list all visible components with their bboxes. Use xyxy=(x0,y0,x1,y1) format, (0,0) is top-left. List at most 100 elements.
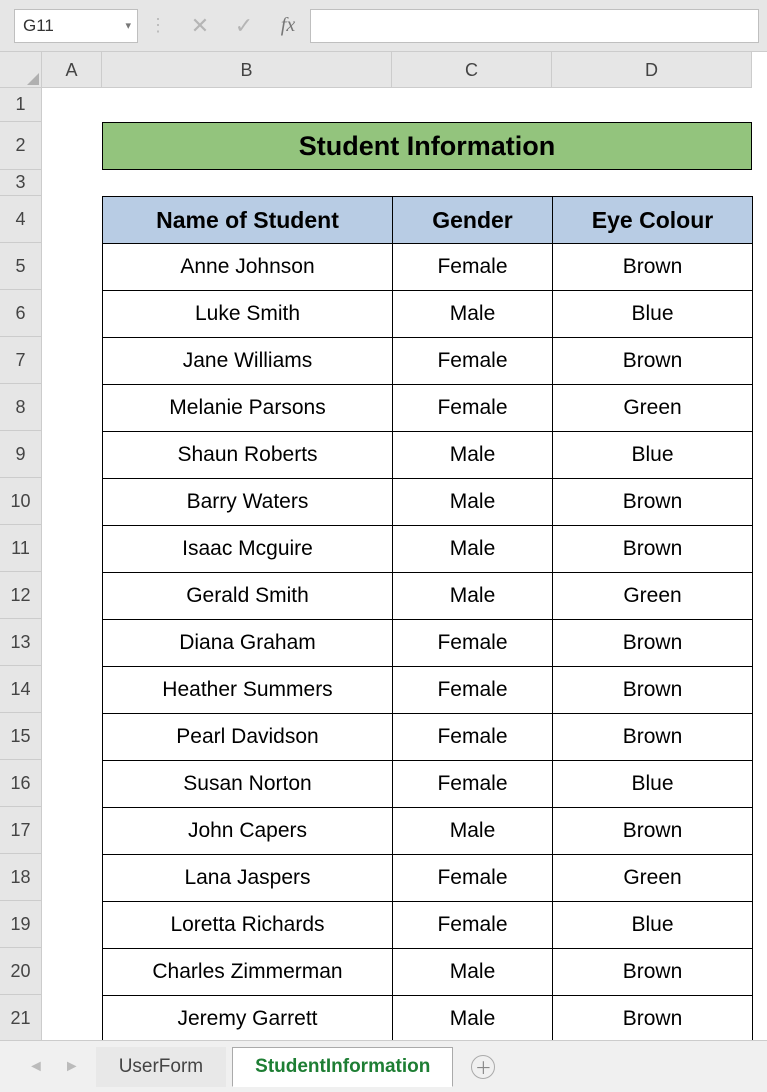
column-header-a[interactable]: A xyxy=(42,52,102,88)
row-header-6[interactable]: 6 xyxy=(0,290,42,337)
header-gender[interactable]: Gender xyxy=(393,197,553,244)
cell-gender[interactable]: Male xyxy=(393,432,553,479)
row-header-11[interactable]: 11 xyxy=(0,525,42,572)
row-header-1[interactable]: 1 xyxy=(0,88,42,122)
cell-name[interactable]: Heather Summers xyxy=(103,667,393,714)
sheet-tabs-bar: ◄ ► UserForm StudentInformation ＋ xyxy=(0,1040,767,1092)
cell-eye[interactable]: Brown xyxy=(553,479,753,526)
cell-eye[interactable]: Brown xyxy=(553,667,753,714)
cell-name[interactable]: Charles Zimmerman xyxy=(103,949,393,996)
name-box-dropdown-icon[interactable]: ▾ xyxy=(125,19,131,32)
cell-name[interactable]: Luke Smith xyxy=(103,291,393,338)
cell-name[interactable]: Diana Graham xyxy=(103,620,393,667)
row-header-18[interactable]: 18 xyxy=(0,854,42,901)
tab-studentinformation[interactable]: StudentInformation xyxy=(232,1047,453,1087)
table-row: Heather SummersFemaleBrown xyxy=(103,667,753,714)
row-header-20[interactable]: 20 xyxy=(0,948,42,995)
formula-input[interactable] xyxy=(310,9,759,43)
cell-gender[interactable]: Female xyxy=(393,620,553,667)
row-header-21[interactable]: 21 xyxy=(0,995,42,1042)
cell-gender[interactable]: Female xyxy=(393,385,553,432)
cell-gender[interactable]: Male xyxy=(393,526,553,573)
tab-nav-prev-icon[interactable]: ◄ xyxy=(18,1058,54,1076)
cell-name[interactable]: John Capers xyxy=(103,808,393,855)
row-header-13[interactable]: 13 xyxy=(0,619,42,666)
cell-eye[interactable]: Blue xyxy=(553,432,753,479)
cell-gender[interactable]: Female xyxy=(393,761,553,808)
table-row: Susan NortonFemaleBlue xyxy=(103,761,753,808)
header-name[interactable]: Name of Student xyxy=(103,197,393,244)
cell-name[interactable]: Isaac Mcguire xyxy=(103,526,393,573)
formula-bar: G11 ▾ ⋮ ✕ ✓ fx xyxy=(0,0,767,52)
row-header-19[interactable]: 19 xyxy=(0,901,42,948)
cell-name[interactable]: Gerald Smith xyxy=(103,573,393,620)
cell-name[interactable]: Jeremy Garrett xyxy=(103,996,393,1043)
fx-icon[interactable]: fx xyxy=(266,14,310,37)
cell-name[interactable]: Jane Williams xyxy=(103,338,393,385)
cell-name[interactable]: Melanie Parsons xyxy=(103,385,393,432)
cell-eye[interactable]: Brown xyxy=(553,714,753,761)
cell-gender[interactable]: Female xyxy=(393,338,553,385)
header-eye[interactable]: Eye Colour xyxy=(553,197,753,244)
cell-name[interactable]: Shaun Roberts xyxy=(103,432,393,479)
row-header-4[interactable]: 4 xyxy=(0,196,42,243)
name-box[interactable]: G11 ▾ xyxy=(14,9,138,43)
cell-gender[interactable]: Female xyxy=(393,667,553,714)
row-header-8[interactable]: 8 xyxy=(0,384,42,431)
row-header-7[interactable]: 7 xyxy=(0,337,42,384)
cell-name[interactable]: Pearl Davidson xyxy=(103,714,393,761)
cell-gender[interactable]: Male xyxy=(393,573,553,620)
worksheet-cells[interactable]: Student Information Name of Student Gend… xyxy=(42,88,767,1040)
cell-name[interactable]: Barry Waters xyxy=(103,479,393,526)
row-header-5[interactable]: 5 xyxy=(0,243,42,290)
cell-eye[interactable]: Blue xyxy=(553,291,753,338)
row-header-2[interactable]: 2 xyxy=(0,122,42,170)
row-header-14[interactable]: 14 xyxy=(0,666,42,713)
cell-eye[interactable]: Brown xyxy=(553,338,753,385)
cell-name[interactable]: Susan Norton xyxy=(103,761,393,808)
tab-userform[interactable]: UserForm xyxy=(96,1047,226,1087)
column-header-c[interactable]: C xyxy=(392,52,552,88)
table-row: Shaun RobertsMaleBlue xyxy=(103,432,753,479)
cell-eye[interactable]: Brown xyxy=(553,244,753,291)
cell-gender[interactable]: Female xyxy=(393,714,553,761)
select-all-corner[interactable] xyxy=(0,52,42,88)
cell-name[interactable]: Anne Johnson xyxy=(103,244,393,291)
cell-gender[interactable]: Male xyxy=(393,291,553,338)
table-row: Isaac McguireMaleBrown xyxy=(103,526,753,573)
column-header-d[interactable]: D xyxy=(552,52,752,88)
cell-eye[interactable]: Blue xyxy=(553,761,753,808)
cell-eye[interactable]: Brown xyxy=(553,808,753,855)
cell-name[interactable]: Loretta Richards xyxy=(103,902,393,949)
row-header-3[interactable]: 3 xyxy=(0,170,42,196)
cell-gender[interactable]: Female xyxy=(393,244,553,291)
cell-eye[interactable]: Brown xyxy=(553,996,753,1043)
cell-gender[interactable]: Male xyxy=(393,479,553,526)
cell-gender[interactable]: Male xyxy=(393,808,553,855)
cell-eye[interactable]: Green xyxy=(553,385,753,432)
title-cell[interactable]: Student Information xyxy=(102,122,752,170)
tab-nav-next-icon[interactable]: ► xyxy=(54,1058,90,1076)
cell-gender[interactable]: Male xyxy=(393,996,553,1043)
cell-eye[interactable]: Green xyxy=(553,573,753,620)
row-header-17[interactable]: 17 xyxy=(0,807,42,854)
row-header-12[interactable]: 12 xyxy=(0,572,42,619)
table-row: Jane WilliamsFemaleBrown xyxy=(103,338,753,385)
cell-gender[interactable]: Female xyxy=(393,855,553,902)
cell-eye[interactable]: Blue xyxy=(553,902,753,949)
cell-eye[interactable]: Brown xyxy=(553,526,753,573)
row-header-10[interactable]: 10 xyxy=(0,478,42,525)
cell-eye[interactable]: Brown xyxy=(553,949,753,996)
row-header-15[interactable]: 15 xyxy=(0,713,42,760)
row-header-16[interactable]: 16 xyxy=(0,760,42,807)
cell-gender[interactable]: Male xyxy=(393,949,553,996)
cell-eye[interactable]: Brown xyxy=(553,620,753,667)
table-row: Pearl DavidsonFemaleBrown xyxy=(103,714,753,761)
row-header-9[interactable]: 9 xyxy=(0,431,42,478)
cell-eye[interactable]: Green xyxy=(553,855,753,902)
cell-name[interactable]: Lana Jaspers xyxy=(103,855,393,902)
table-row: Gerald SmithMaleGreen xyxy=(103,573,753,620)
add-sheet-button[interactable]: ＋ xyxy=(471,1055,495,1079)
cell-gender[interactable]: Female xyxy=(393,902,553,949)
column-header-b[interactable]: B xyxy=(102,52,392,88)
